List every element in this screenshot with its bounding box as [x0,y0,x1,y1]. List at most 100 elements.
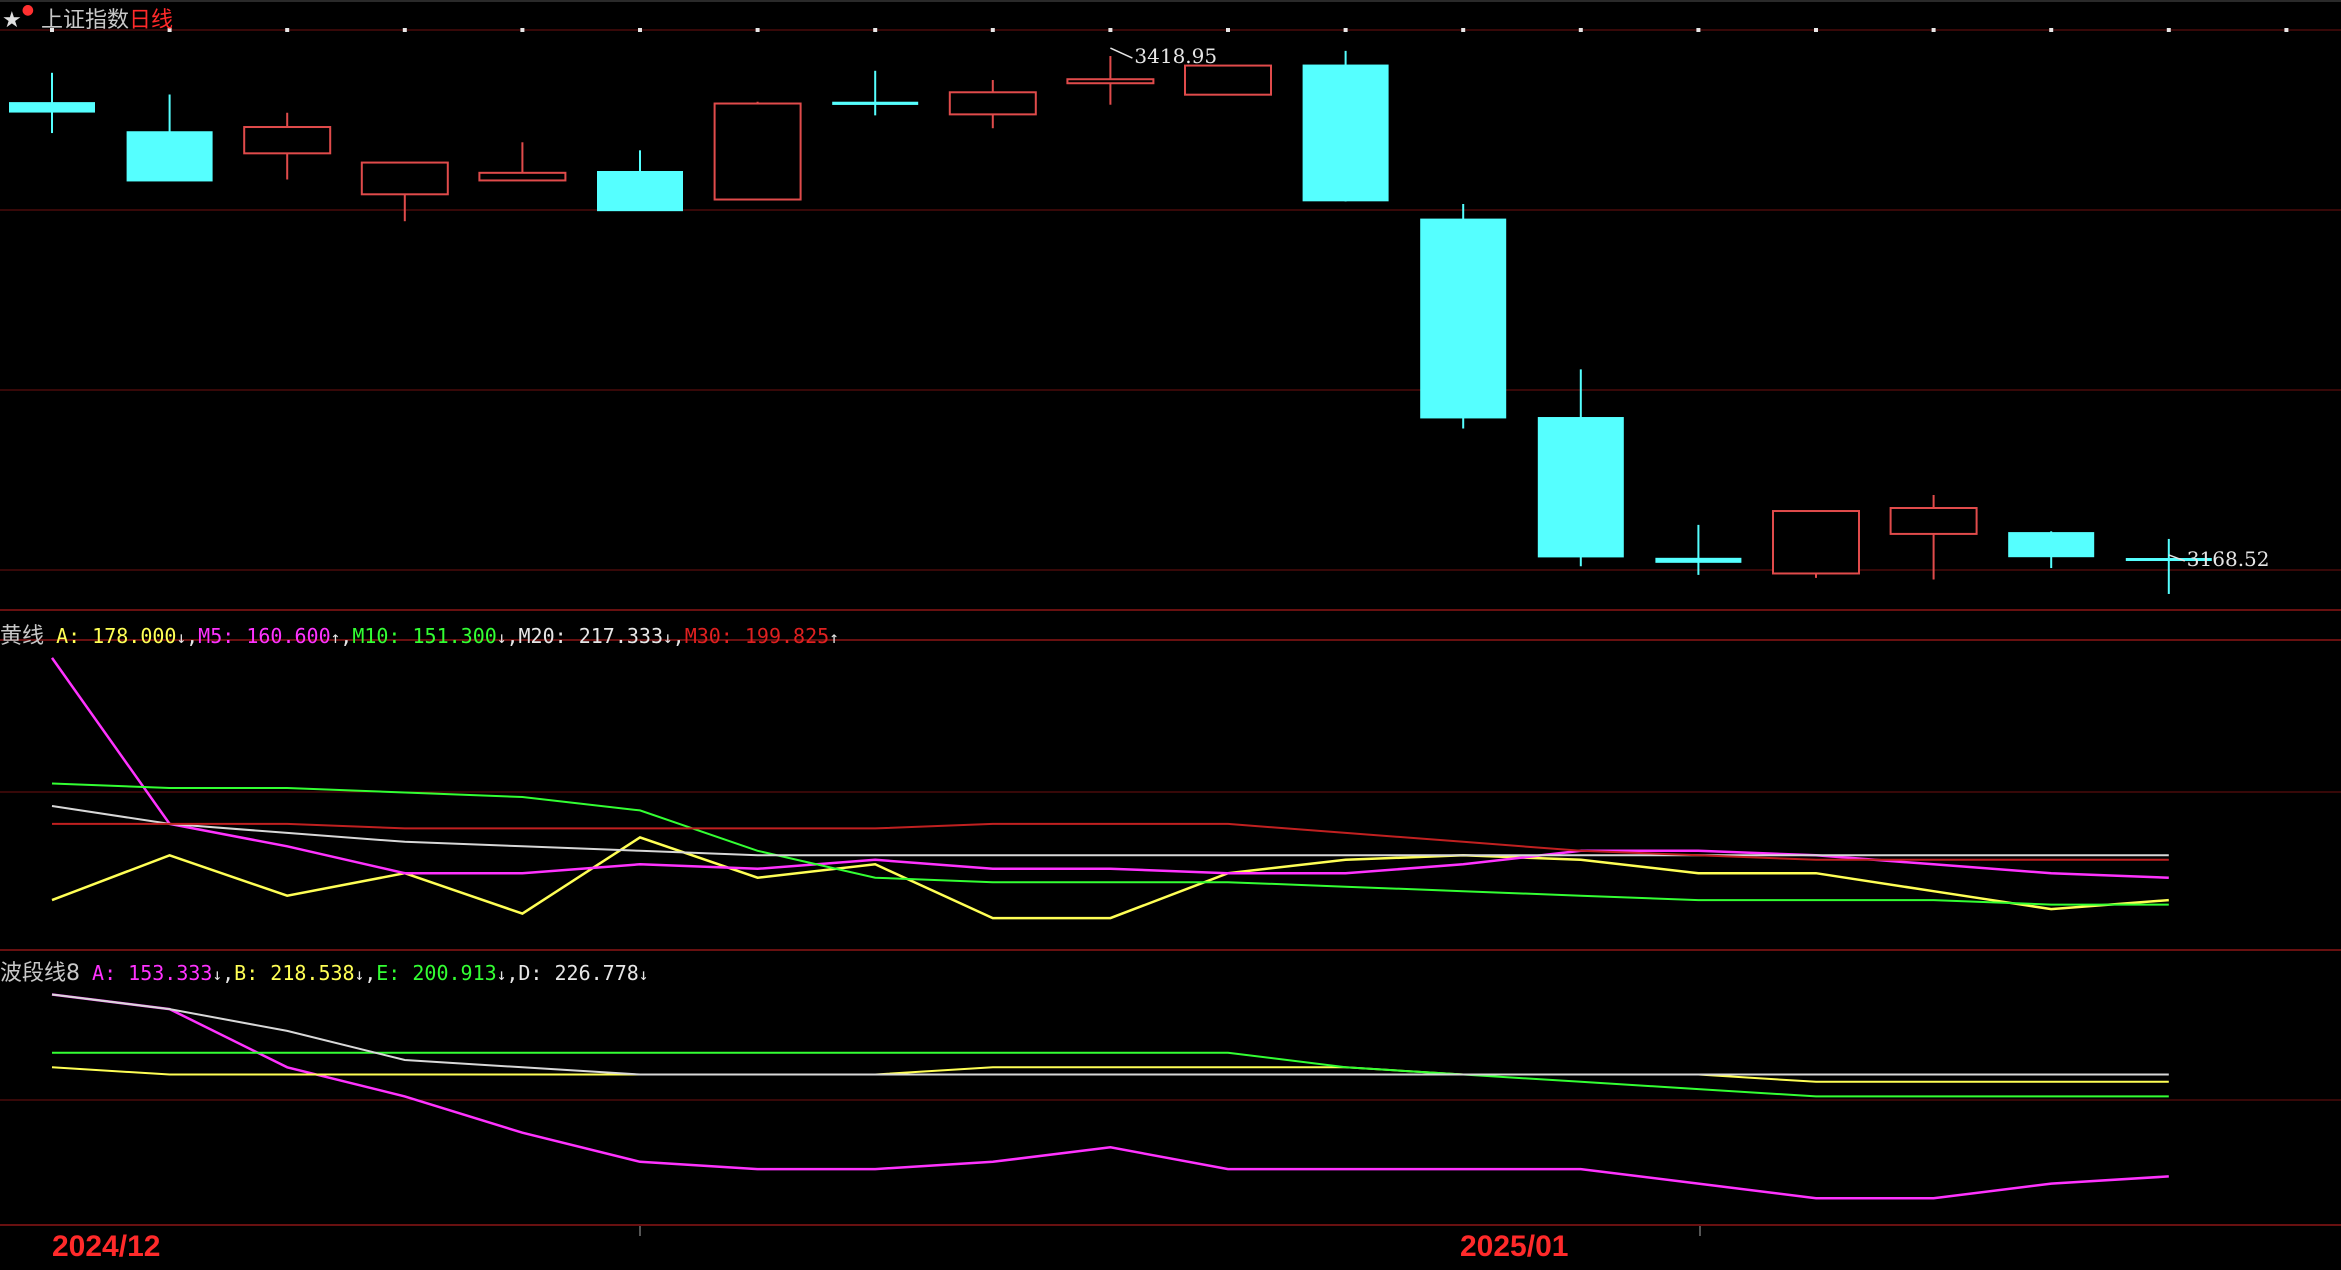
legend-item: M30: 199.825↑ [685,624,839,648]
candle [360,161,449,222]
high-pointer [1110,47,1133,59]
legend-value: B: 218.538 [234,961,355,985]
candle [2008,531,2095,569]
legend-item: A: 178.000↓, [56,624,198,648]
tick-mark [1814,28,1818,32]
period-label[interactable]: 日线 [129,8,173,33]
candle [948,80,1037,129]
candle [478,142,567,182]
candle-body-up [1889,507,1978,535]
tick-mark [1931,28,1936,32]
tick-mark [520,28,525,32]
candle [243,112,332,180]
legend-item: M5: 160.600↑, [198,624,352,648]
arrow-down-icon: ↓ [176,628,187,647]
candle-body-down [9,102,95,113]
legend-value: A: 153.333 [92,961,213,985]
arrow-down-icon: ↓ [496,965,507,984]
arrow-down-icon: ↓ [354,965,365,984]
candle [597,150,683,212]
tick-mark [990,28,995,32]
tick-mark [285,28,290,32]
indicator1-lines[interactable] [50,657,2169,920]
legend-item: E: 200.913↓, [376,961,518,985]
tick-mark [2166,28,2171,32]
candle [1420,203,1507,429]
indicator1-legend: 黄线 A: 178.000↓,M5: 160.600↑,M10: 151.300… [0,618,839,650]
indicator2-legend: 波段线8 A: 153.333↓,B: 218.538↓,E: 200.913↓… [0,955,648,987]
tick-mark [1108,28,1113,32]
candle [1184,64,1272,96]
candle-body-up [1184,64,1272,96]
legend-value: A: 178.000 [56,624,177,648]
arrow-down-icon: ↓ [496,628,507,647]
legend-separator: , [186,624,199,648]
high-price-label: 3418.95 [1134,44,1217,68]
tick-mark [1461,28,1466,32]
legend-separator: , [506,961,519,985]
series-line-a [51,836,2169,920]
arrow-up-icon: ↑ [330,628,341,647]
low-price-label: 3168.52 [2187,547,2270,571]
tick-mark [2049,28,2054,32]
legend-value: M10: 151.300 [352,624,497,648]
indicator2-name[interactable]: 波段线8 [0,961,80,986]
series-line-d [51,993,2169,1076]
series-line-m5 [50,657,2169,879]
candle-body-down [126,131,213,182]
candle-body-up [1772,510,1860,575]
candle-body-up [713,102,802,201]
date-label-dec-text: 2024/12 [52,1230,161,1263]
candle-body-down [1537,417,1624,558]
candle [713,101,802,201]
arrow-up-icon: ↑ [829,628,839,647]
index-name: 上证指数 [40,8,129,33]
indicator1-name[interactable]: 黄线 [0,624,44,649]
legend-item: D: 226.778↓ [518,961,648,985]
candle-body-down [1420,218,1507,419]
candle [1302,50,1389,202]
candle-body-up [948,91,1037,116]
legend-item: B: 218.538↓, [234,961,376,985]
series-line-m10 [51,782,2169,906]
arrow-down-icon: ↓ [663,628,673,647]
candle-body-up [360,161,449,196]
chart-title: ★● 上证指数日线 [2,2,173,34]
tick-mark [1578,28,1583,32]
candle [1537,369,1624,567]
date-label-dec: 2024/12 [52,1230,160,1264]
tick-mark [873,28,878,32]
candle [126,94,213,182]
legend-value: D: 226.778 [518,961,639,985]
date-label-jan: 2025/01 [1460,1230,1568,1264]
high-price-value: 3418.95 [1134,44,1218,69]
star-icon[interactable]: ★ [2,8,22,33]
tick-mark [1696,28,1701,32]
candle-body-down [832,101,919,105]
legend-value: E: 200.913 [376,961,497,985]
candle-body-up [243,126,332,155]
legend-item: A: 153.333↓, [92,961,234,985]
candle-body-up [478,171,567,182]
grid-lines [0,0,2341,1226]
tick-mark [1343,28,1348,32]
low-price-value: 3168.52 [2186,546,2270,571]
legend-separator: , [222,961,235,985]
candle-body-down [1655,557,1742,563]
alert-dot-icon: ● [21,2,34,18]
tick-mark [755,28,760,32]
candlestick-series[interactable] [9,47,2212,594]
legend-value: M5: 160.600 [198,624,331,648]
tick-mark [638,28,642,32]
candle [1889,494,1978,580]
candle-body-down [597,171,683,212]
arrow-down-icon: ↓ [212,965,223,984]
indicator2-lines[interactable] [51,993,2169,1200]
legend-separator: , [672,624,685,648]
legend-item: M10: 151.300↓, [352,624,518,648]
candle-body-up [1066,78,1155,85]
series-line-m20 [51,805,2169,857]
legend-item: M20: 217.333↓, [519,624,685,648]
tick-mark [1226,28,1230,32]
arrow-down-icon: ↓ [638,965,649,984]
